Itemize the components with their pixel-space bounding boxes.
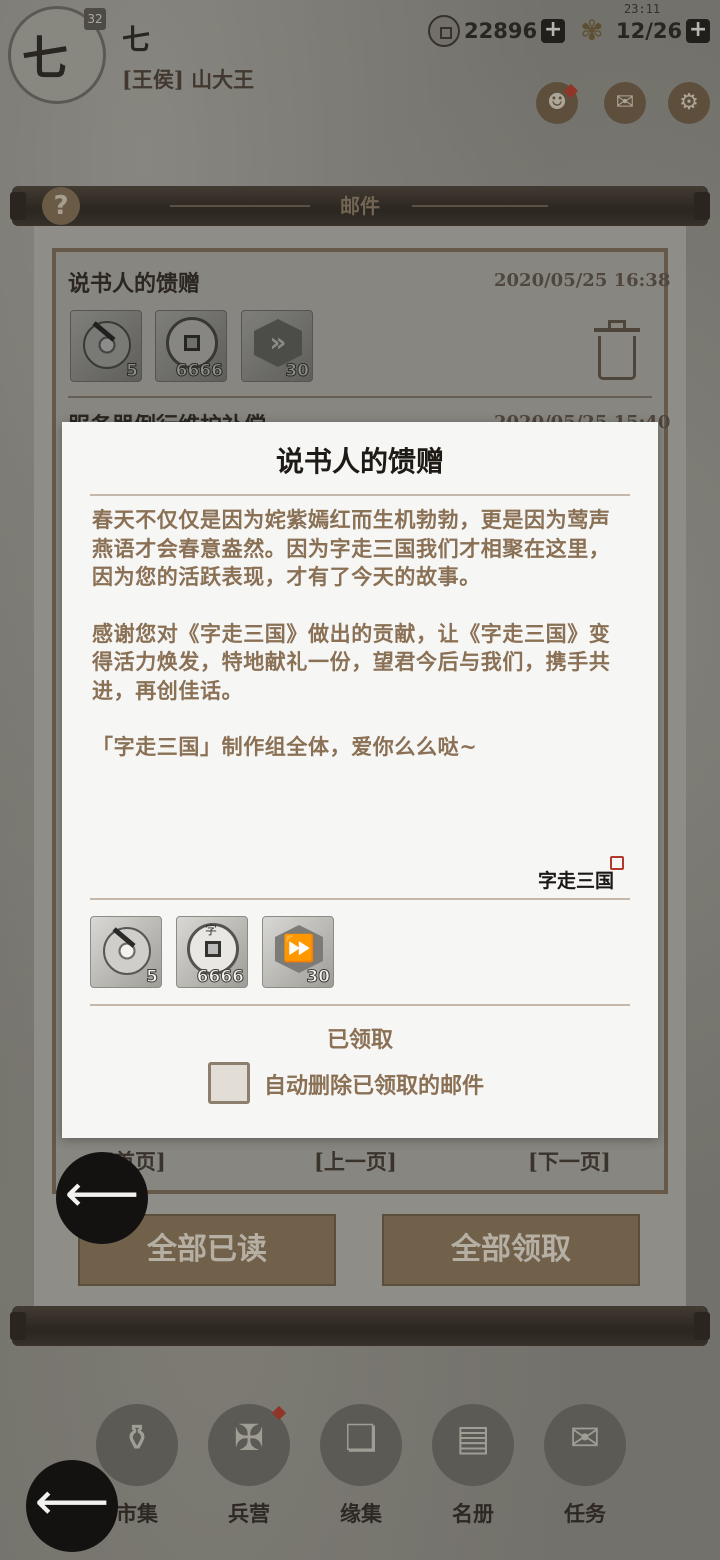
claimed-status: 已领取	[326, 1027, 393, 1053]
divider	[90, 1004, 630, 1006]
reward-qty: 6666	[196, 967, 244, 988]
reward-disc[interactable]: 5	[90, 916, 162, 988]
dialog-body: 春天不仅仅是因为姹紫嫣红而生机勃勃，更是因为莺声燕语才会春意盎然。因为字走三国我…	[92, 506, 622, 790]
reward-qty: 30	[306, 967, 331, 988]
reward-coin[interactable]: 字 6666	[176, 916, 248, 988]
divider	[90, 494, 630, 496]
fast-forward-icon: ⏩	[275, 925, 323, 973]
back-button[interactable]: ⟵	[26, 1460, 118, 1552]
body-paragraph: 「字走三国」制作组全体，爱你么么哒~	[92, 734, 478, 759]
mail-detail-dialog: 说书人的馈赠 春天不仅仅是因为姹紫嫣红而生机勃勃，更是因为莺声燕语才会春意盎然。…	[62, 422, 658, 1138]
auto-delete-checkbox[interactable]	[208, 1062, 250, 1104]
body-paragraph: 感谢您对《字走三国》做出的贡献，让《字走三国》变得活力焕发，特地献礼一份，望君今…	[92, 620, 611, 703]
reward-qty: 5	[146, 967, 159, 988]
reward-fast-forward[interactable]: ⏩ 30	[262, 916, 334, 988]
divider	[90, 898, 630, 900]
back-button[interactable]: ⟵	[56, 1152, 148, 1244]
body-paragraph: 春天不仅仅是因为姹紫嫣红而生机勃勃，更是因为莺声燕语才会春意盎然。因为字走三国我…	[92, 507, 611, 589]
seal-stamp	[610, 856, 624, 870]
coin-glyph: 字	[205, 923, 218, 937]
auto-delete-label[interactable]: 自动删除已领取的邮件	[264, 1068, 484, 1100]
signature: 字走三国	[538, 870, 615, 892]
dialog-title: 说书人的馈赠	[275, 445, 444, 478]
